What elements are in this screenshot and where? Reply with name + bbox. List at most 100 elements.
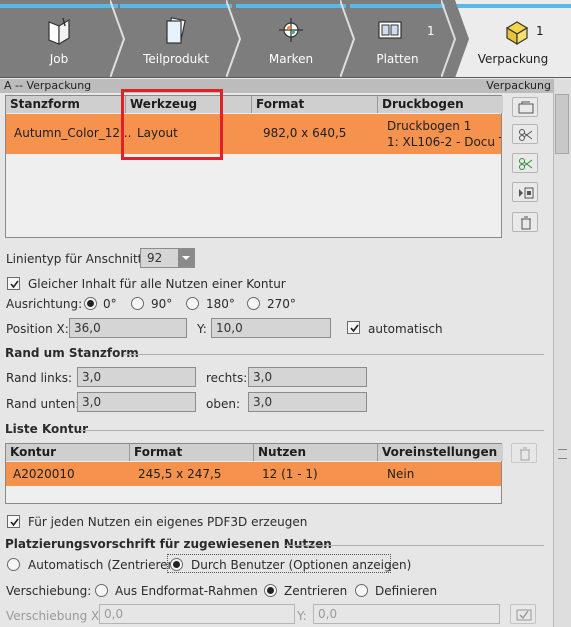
verschiebung-radio-definieren[interactable] bbox=[355, 584, 368, 597]
stanzform-table[interactable]: Stanzform Werkzeug Format Druckbogen Aut… bbox=[5, 95, 503, 238]
rand-links-input[interactable]: 3,0 bbox=[77, 367, 196, 387]
cell-format: 982,0 x 640,5 bbox=[263, 126, 347, 140]
linientyp-select[interactable]: 92 bbox=[140, 248, 195, 268]
column-header-stanzform[interactable]: Stanzform bbox=[6, 96, 126, 113]
cell-stanzform: Autumn_Color_12... bbox=[14, 126, 132, 140]
apply-icon bbox=[516, 609, 532, 621]
rand-rechts-input[interactable]: 3,0 bbox=[248, 367, 367, 387]
column-header-nutzen[interactable]: Nutzen bbox=[254, 444, 378, 461]
rand-section-title: Rand um Stanzform bbox=[5, 346, 139, 360]
gleicher-inhalt-label: Gleicher Inhalt für alle Nutzen einer Ko… bbox=[28, 277, 286, 291]
assign-die-button[interactable] bbox=[512, 153, 538, 173]
tab-teilprodukt-label: Teilprodukt bbox=[143, 52, 209, 66]
verschiebung-option-zentrieren: Zentrieren bbox=[284, 584, 348, 598]
verschiebung-option-definieren: Definieren bbox=[375, 584, 438, 598]
verschiebung-label: Verschiebung: bbox=[6, 584, 92, 598]
load-die-button[interactable] bbox=[512, 97, 538, 117]
platzierung-radio-benutzer[interactable] bbox=[170, 558, 183, 571]
kontur-section-title: Liste Kontur bbox=[5, 422, 89, 436]
rand-oben-input[interactable]: 3,0 bbox=[248, 392, 367, 412]
divider bbox=[80, 430, 544, 431]
rand-unten-input[interactable]: 3,0 bbox=[77, 392, 196, 412]
teilprodukt-icon bbox=[166, 17, 186, 44]
tab-platten[interactable]: 1 Platten bbox=[350, 0, 445, 77]
verschiebung-option-endformat: Aus Endformat-Rahmen bbox=[115, 584, 258, 598]
ausrichtung-option-270: 270° bbox=[267, 297, 296, 311]
marken-icon bbox=[279, 18, 303, 42]
verschiebung-x-label: Verschiebung X: bbox=[6, 609, 104, 623]
linientyp-value: 92 bbox=[147, 251, 163, 265]
platten-count-badge: 1 bbox=[427, 24, 435, 38]
platten-icon bbox=[377, 21, 402, 39]
scrollbar-thumb[interactable] bbox=[555, 94, 569, 154]
section-header-left: A -- Verpackung bbox=[4, 79, 92, 92]
rand-rechts-label: rechts: bbox=[206, 371, 248, 385]
tab-marken[interactable]: Marken bbox=[236, 0, 346, 77]
divider bbox=[124, 354, 544, 355]
scissors-plus-icon bbox=[519, 158, 533, 170]
ausrichtung-label: Ausrichtung: bbox=[6, 297, 83, 311]
load-die-icon bbox=[518, 101, 534, 114]
trash-icon bbox=[520, 447, 530, 461]
highlight-box bbox=[121, 89, 223, 160]
ausrichtung-option-90: 90° bbox=[151, 297, 173, 311]
section-header-right: Verpackung bbox=[486, 79, 551, 92]
ausrichtung-radio-180[interactable] bbox=[186, 297, 199, 310]
job-icon bbox=[48, 17, 70, 46]
vertical-scrollbar[interactable] bbox=[553, 79, 571, 627]
ausrichtung-option-0: 0° bbox=[103, 297, 117, 311]
column-header-format[interactable]: Format bbox=[252, 96, 378, 113]
verschiebung-radio-zentrieren[interactable] bbox=[264, 584, 277, 597]
column-header-kontur[interactable]: Kontur bbox=[6, 444, 130, 461]
tab-teilprodukt[interactable]: Teilprodukt bbox=[120, 0, 232, 77]
automatisch-label: automatisch bbox=[368, 322, 443, 336]
verschiebung-x-input[interactable]: 0,0 bbox=[99, 604, 295, 624]
place-sheet-icon bbox=[519, 187, 534, 199]
cut-die-button[interactable] bbox=[512, 124, 538, 144]
divider bbox=[284, 545, 544, 546]
rand-links-label: Rand links: bbox=[6, 371, 72, 385]
platzierung-option-automatisch: Automatisch (Zentrieren) bbox=[28, 558, 180, 572]
verpackung-icon bbox=[505, 21, 529, 46]
position-y-label: Y: bbox=[197, 322, 207, 336]
table-row[interactable]: A2020010 245,5 x 247,5 12 (1 - 1) Nein bbox=[6, 462, 501, 486]
kontur-table[interactable]: Kontur Format Nutzen Voreinstellungen A2… bbox=[5, 443, 503, 504]
pdf3d-checkbox[interactable] bbox=[7, 515, 20, 528]
gleicher-inhalt-checkbox[interactable] bbox=[7, 277, 20, 290]
ausrichtung-radio-270[interactable] bbox=[247, 297, 260, 310]
verschiebung-radio-endformat[interactable] bbox=[95, 584, 108, 597]
chevron-separator bbox=[441, 0, 457, 77]
verschiebung-y-label: Y: bbox=[297, 609, 307, 623]
column-header-format[interactable]: Format bbox=[130, 444, 254, 461]
automatisch-checkbox[interactable] bbox=[347, 321, 360, 334]
ausrichtung-option-180: 180° bbox=[206, 297, 235, 311]
tab-verpackung-label: Verpackung bbox=[477, 52, 549, 66]
pdf3d-label: Für jeden Nutzen ein eigenes PDF3D erzeu… bbox=[28, 515, 308, 529]
verschiebung-y-input[interactable]: 0,0 bbox=[313, 604, 500, 624]
chevron-down-icon[interactable] bbox=[178, 249, 194, 267]
platzierung-section-title: Platzierungsvorschrift für zugewiesenen … bbox=[5, 537, 332, 551]
tab-verpackung[interactable]: 1 Verpackung bbox=[455, 0, 571, 77]
place-on-sheet-button[interactable] bbox=[512, 182, 538, 202]
cell-druckbogen-line2: 1: XL106-2 - Docu Te bbox=[387, 135, 501, 149]
workflow-bar: Job Teilprodukt Marken 1 Platten 1 Verpa… bbox=[0, 0, 571, 78]
position-y-input[interactable]: 10,0 bbox=[211, 318, 331, 338]
cell-nutzen: 12 (1 - 1) bbox=[262, 467, 318, 481]
apply-verschiebung-button[interactable] bbox=[510, 604, 536, 624]
scroll-grip bbox=[558, 449, 567, 459]
tab-job[interactable]: Job bbox=[0, 0, 118, 77]
scissors-icon bbox=[519, 129, 533, 141]
tab-marken-label: Marken bbox=[268, 52, 314, 66]
ausrichtung-radio-90[interactable] bbox=[131, 297, 144, 310]
section-header-bar: A -- Verpackung Verpackung bbox=[0, 79, 553, 93]
column-header-voreinstellungen[interactable]: Voreinstellungen bbox=[378, 444, 503, 461]
position-x-label: Position X: bbox=[6, 322, 69, 336]
delete-kontur-button[interactable] bbox=[511, 443, 537, 463]
delete-die-button[interactable] bbox=[512, 212, 538, 232]
table-row[interactable]: Autumn_Color_12... Layout 982,0 x 640,5 … bbox=[6, 114, 501, 154]
rand-oben-label: oben: bbox=[206, 397, 240, 411]
platzierung-radio-automatisch[interactable] bbox=[7, 558, 20, 571]
ausrichtung-radio-0[interactable] bbox=[84, 297, 97, 310]
column-header-druckbogen[interactable]: Druckbogen bbox=[378, 96, 503, 113]
position-x-input[interactable]: 36,0 bbox=[69, 318, 187, 338]
